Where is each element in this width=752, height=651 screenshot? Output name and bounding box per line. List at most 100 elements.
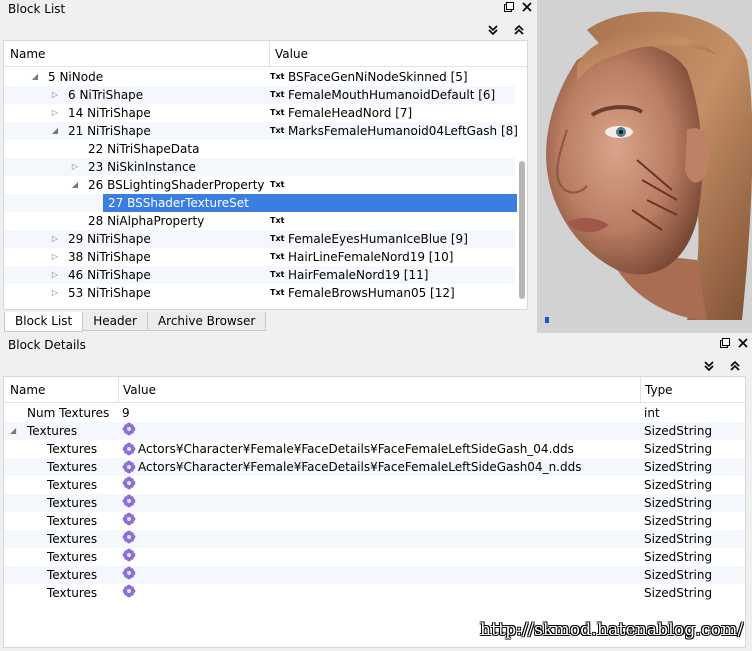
- details-row-value[interactable]: [122, 566, 136, 580]
- details-row-type: SizedString: [644, 442, 713, 456]
- expanded-arrow-icon[interactable]: ◢: [30, 68, 40, 86]
- tree-row-name: 23 NiSkinInstance: [88, 160, 196, 174]
- details-row-name: Textures: [47, 478, 98, 492]
- tree-row[interactable]: ◢ 26 BSLightingShaderProperty Txt: [4, 176, 515, 194]
- collapsed-arrow-icon[interactable]: ▷: [70, 158, 80, 176]
- details-row-value[interactable]: [122, 584, 136, 598]
- float-window-icon[interactable]: [719, 338, 731, 351]
- details-row-value[interactable]: Actors¥Character¥Female¥FaceDetails¥Face…: [122, 440, 574, 458]
- tab-header[interactable]: Header: [82, 312, 148, 331]
- details-row[interactable]: Textures SizedString: [4, 530, 745, 548]
- block-tree-scrollbar[interactable]: [518, 69, 526, 309]
- tree-row[interactable]: ▷ 38 NiTriShape Txt HairLineFemaleNord19 [1…: [4, 248, 515, 266]
- tree-row-value: FemaleEyesHumanIceBlue [9]: [288, 232, 468, 246]
- tab-block-list[interactable]: Block List: [4, 312, 84, 332]
- tab-archive-browser[interactable]: Archive Browser: [146, 312, 267, 331]
- tree-row[interactable]: 28 NiAlphaProperty Txt: [4, 212, 515, 230]
- tree-row[interactable]: ▷ 14 NiTriShape Txt FemaleHeadNord [7]: [4, 104, 515, 122]
- details-row-type: SizedString: [644, 586, 713, 600]
- head-model-render: [546, 11, 752, 320]
- block-tree-header: Name Value: [4, 41, 527, 67]
- column-header-value[interactable]: Value: [275, 47, 308, 61]
- tree-row-name: 38 NiTriShape: [68, 250, 151, 264]
- collapsed-arrow-icon[interactable]: ▷: [50, 230, 60, 248]
- details-row[interactable]: Textures SizedString: [4, 548, 745, 566]
- column-header-value[interactable]: Value: [123, 383, 156, 397]
- block-tree[interactable]: Name Value ◢ 5 NiNode Txt BSFaceGenNiNodeSk…: [3, 40, 528, 310]
- details-row-type: SizedString: [644, 424, 713, 438]
- details-row[interactable]: Textures SizedString: [4, 584, 745, 602]
- string-value-icon: [122, 512, 136, 526]
- scrollbar-thumb[interactable]: [519, 161, 525, 299]
- expand-all-icon[interactable]: [729, 360, 741, 375]
- details-row-value[interactable]: [122, 512, 136, 526]
- collapse-all-icon[interactable]: [703, 360, 715, 375]
- float-window-icon[interactable]: [503, 2, 515, 15]
- details-row[interactable]: Textures SizedString: [4, 512, 745, 530]
- block-details-title: Block Details: [8, 338, 86, 352]
- details-row-value[interactable]: [122, 548, 136, 562]
- string-value-icon: [122, 566, 136, 580]
- details-row-type: SizedString: [644, 478, 713, 492]
- details-row-value[interactable]: [122, 422, 136, 436]
- string-value-icon: [122, 422, 136, 436]
- tree-row[interactable]: 22 NiTriShapeData: [4, 140, 515, 158]
- collapsed-arrow-icon[interactable]: ▷: [50, 266, 60, 284]
- expanded-arrow-icon[interactable]: ◢: [50, 122, 60, 140]
- details-row-value[interactable]: 9: [122, 404, 130, 422]
- tree-row-name: 5 NiNode: [48, 70, 104, 84]
- column-header-type[interactable]: Type: [645, 383, 673, 397]
- details-row[interactable]: Textures SizedString: [4, 494, 745, 512]
- details-row-value[interactable]: [122, 530, 136, 544]
- tree-row-value: FemaleBrowsHuman05 [12]: [288, 286, 455, 300]
- details-row-name: Textures: [47, 550, 98, 564]
- expanded-arrow-icon[interactable]: ◢: [70, 176, 80, 194]
- details-row[interactable]: Num Textures 9 int: [4, 404, 745, 422]
- collapse-all-icon[interactable]: [487, 24, 499, 39]
- collapsed-arrow-icon[interactable]: ▷: [50, 104, 60, 122]
- tree-row[interactable]: ▷ 23 NiSkinInstance: [4, 158, 515, 176]
- details-row[interactable]: Textures Actors¥Character¥Female¥FaceDeta…: [4, 458, 745, 476]
- tree-row[interactable]: 27 BSShaderTextureSet: [4, 194, 517, 212]
- details-row-value[interactable]: [122, 476, 136, 490]
- block-list-panel: Block List Name Value ◢ 5 NiNode Txt BSFace…: [0, 0, 536, 333]
- close-icon[interactable]: [521, 2, 533, 15]
- tree-row-name: 27 BSShaderTextureSet: [103, 194, 517, 212]
- tree-row[interactable]: ▷ 53 NiTriShape Txt FemaleBrowsHuman05 [12]: [4, 284, 515, 302]
- text-type-icon: Txt: [270, 90, 285, 99]
- block-tree-rows: ◢ 5 NiNode Txt BSFaceGenNiNodeSkinned [5] ▷ 6…: [4, 68, 518, 302]
- block-details-table[interactable]: Name Value Type Num Textures 9 int ◢ Texture…: [3, 376, 746, 648]
- details-row[interactable]: Textures Actors¥Character¥Female¥FaceDeta…: [4, 440, 745, 458]
- expand-all-icon[interactable]: [513, 24, 525, 39]
- details-row-name: Textures: [47, 586, 98, 600]
- close-icon[interactable]: [737, 338, 749, 351]
- details-row[interactable]: Textures SizedString: [4, 566, 745, 584]
- details-value-text: Actors¥Character¥Female¥FaceDetails¥Face…: [138, 442, 574, 456]
- axis-gizmo-icon: [545, 317, 549, 323]
- details-row-type: int: [644, 406, 660, 420]
- details-row-value[interactable]: Actors¥Character¥Female¥FaceDetails¥Face…: [122, 458, 581, 476]
- collapsed-arrow-icon[interactable]: ▷: [50, 284, 60, 302]
- details-row[interactable]: Textures SizedString: [4, 476, 745, 494]
- details-row-type: SizedString: [644, 550, 713, 564]
- tree-row[interactable]: ▷ 29 NiTriShape Txt FemaleEyesHumanIceBlue …: [4, 230, 515, 248]
- collapsed-arrow-icon[interactable]: ▷: [50, 248, 60, 266]
- tree-row-value: HairFemaleNord19 [11]: [288, 268, 429, 282]
- tree-row[interactable]: ▷ 46 NiTriShape Txt HairFemaleNord19 [11]: [4, 266, 515, 284]
- block-list-window-buttons: [503, 2, 533, 15]
- details-row[interactable]: ◢ Textures SizedString: [4, 422, 745, 440]
- column-header-name[interactable]: Name: [10, 383, 45, 397]
- tree-row[interactable]: ▷ 6 NiTriShape Txt FemaleMouthHumanoidDefau…: [4, 86, 515, 104]
- collapsed-arrow-icon[interactable]: ▷: [50, 86, 60, 104]
- expanded-arrow-icon[interactable]: ◢: [10, 422, 16, 440]
- column-header-name[interactable]: Name: [10, 47, 45, 61]
- string-value-icon: [122, 548, 136, 562]
- tree-row[interactable]: ◢ 5 NiNode Txt BSFaceGenNiNodeSkinned [5]: [4, 68, 515, 86]
- render-viewport[interactable]: [537, 0, 752, 333]
- details-row-type: SizedString: [644, 514, 713, 528]
- string-value-icon: [122, 494, 136, 508]
- details-row-value[interactable]: [122, 494, 136, 508]
- string-value-icon: [122, 584, 136, 598]
- tree-row[interactable]: ◢ 21 NiTriShape Txt MarksFemaleHumanoid04Le…: [4, 122, 518, 140]
- tree-row-name: 26 BSLightingShaderProperty: [88, 178, 265, 192]
